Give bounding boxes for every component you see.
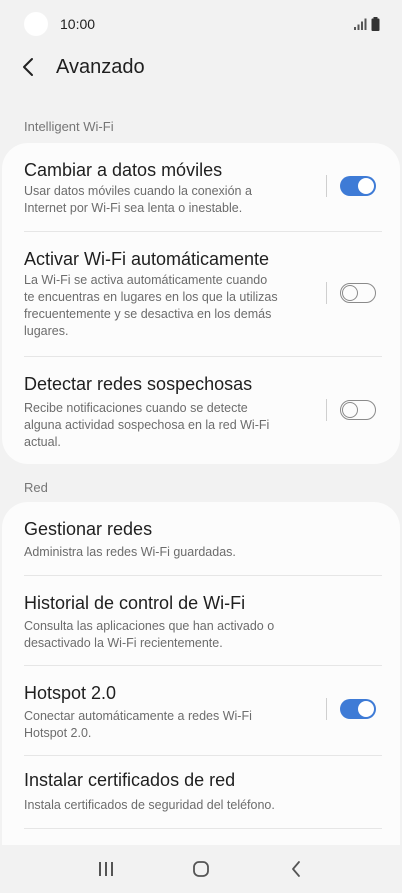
back-arrow-icon[interactable]: [22, 57, 42, 77]
setting-title: Activar Wi-Fi automáticamente: [24, 249, 270, 269]
setting-desc-line: Conectar automáticamente a redes Wi-Fi: [24, 709, 252, 723]
navigation-bar: [0, 845, 402, 893]
setting-row-instalar-certificados[interactable]: Instalar certificados de red Instala cer…: [2, 756, 400, 829]
toggle-activar-wifi[interactable]: [340, 283, 376, 303]
recents-icon[interactable]: [86, 849, 126, 889]
back-icon[interactable]: [276, 849, 316, 889]
section-label-red: Red: [24, 480, 48, 495]
setting-row-detectar-redes[interactable]: Detectar redes sospechosas Recibe notifi…: [2, 357, 400, 464]
setting-desc-line: Consulta las aplicaciones que han activa…: [24, 619, 275, 633]
app-header: Avanzado: [0, 48, 402, 86]
vertical-separator: [326, 698, 327, 720]
setting-title: Hotspot 2.0: [24, 683, 117, 703]
vertical-separator: [326, 399, 327, 421]
setting-title: Instalar certificados de red: [24, 770, 236, 790]
setting-row-cambiar-datos[interactable]: Cambiar a datos móviles Usar datos móvil…: [2, 143, 400, 231]
setting-title: Historial de control de Wi-Fi: [24, 593, 246, 613]
toggle-knob: [342, 284, 358, 301]
setting-desc-line: te encuentras en lugares en los que la u…: [24, 290, 278, 304]
toggle-knob: [358, 178, 374, 194]
setting-desc-line: desactivado la Wi-Fi recientemente.: [24, 636, 223, 650]
setting-desc-line: Administra las redes Wi-Fi guardadas.: [24, 545, 236, 559]
setting-desc-line: Recibe notificaciones cuando se detecte: [24, 401, 248, 415]
setting-row-gestionar-redes[interactable]: Gestionar redes Administra las redes Wi-…: [2, 502, 400, 575]
setting-row-activar-wifi[interactable]: Activar Wi-Fi automáticamente La Wi-Fi s…: [2, 232, 400, 356]
setting-row-historial[interactable]: Historial de control de Wi-Fi Consulta l…: [2, 576, 400, 665]
setting-desc-line: actual.: [24, 435, 61, 449]
setting-desc-line: alguna actividad sospechosa en la red Wi…: [24, 418, 270, 432]
home-icon[interactable]: [181, 849, 221, 889]
status-icons: [354, 17, 380, 31]
status-bar: 10:00: [0, 0, 402, 48]
setting-title: Gestionar redes: [24, 519, 153, 539]
setting-desc-line: Hotspot 2.0.: [24, 726, 92, 740]
red-card: Gestionar redes Administra las redes Wi-…: [2, 502, 400, 847]
setting-title: Cambiar a datos móviles: [24, 160, 223, 180]
toggle-knob: [358, 701, 374, 717]
setting-row-hotspot[interactable]: Hotspot 2.0 Conectar automáticamente a r…: [2, 666, 400, 755]
status-time: 10:00: [60, 16, 96, 32]
signal-icon: [354, 18, 367, 30]
battery-icon: [371, 17, 380, 31]
row-divider: [24, 828, 382, 829]
camera-cutout: [24, 12, 48, 36]
setting-desc-line: frecuentemente y se desactiva en los dem…: [24, 307, 272, 321]
toggle-knob: [342, 401, 358, 418]
toggle-cambiar-datos[interactable]: [340, 176, 376, 196]
setting-title: Detectar redes sospechosas: [24, 374, 253, 394]
toggle-detectar-redes[interactable]: [340, 400, 376, 420]
toggle-hotspot[interactable]: [340, 699, 376, 719]
setting-desc-line: Instala certificados de seguridad del te…: [24, 798, 275, 812]
setting-desc-line: lugares.: [24, 324, 69, 338]
page-title: Avanzado: [56, 55, 145, 78]
vertical-separator: [326, 175, 327, 197]
setting-desc-line: Internet por Wi-Fi sea lenta o inestable…: [24, 201, 243, 215]
setting-desc-line: Usar datos móviles cuando la conexión a: [24, 184, 252, 198]
setting-desc-line: La Wi-Fi se activa automáticamente cuand…: [24, 273, 268, 287]
vertical-separator: [326, 282, 327, 304]
intelligent-wifi-card: Cambiar a datos móviles Usar datos móvil…: [2, 143, 400, 464]
section-label-intelligent-wifi: Intelligent Wi-Fi: [24, 119, 114, 134]
